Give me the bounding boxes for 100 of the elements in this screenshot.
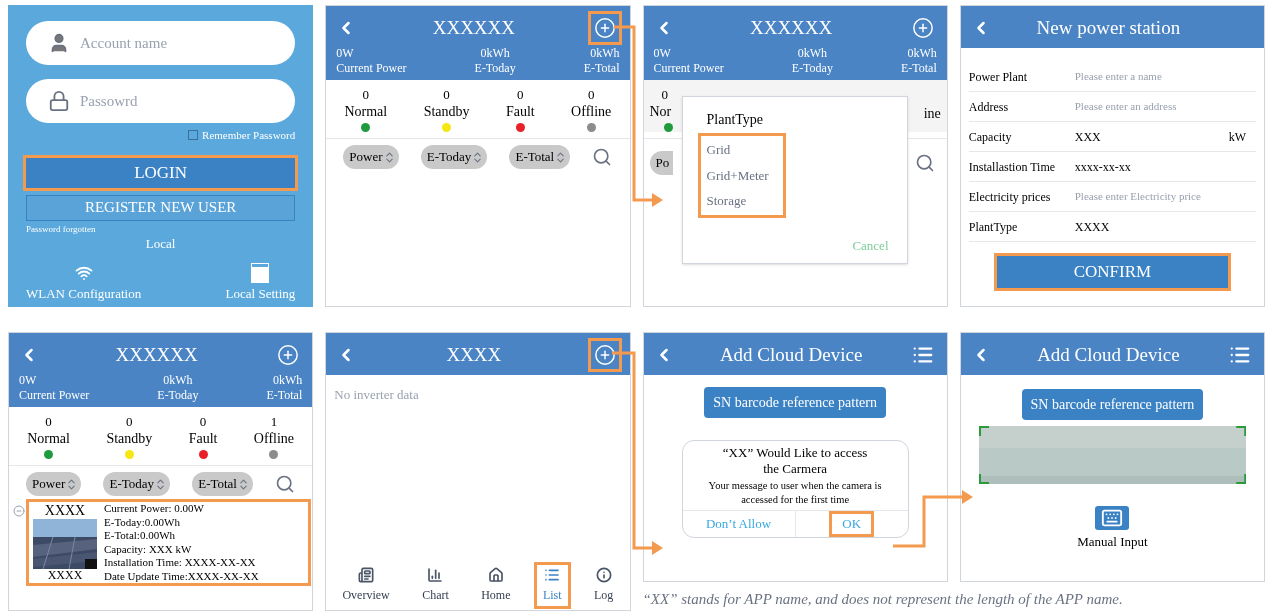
status-count: 0: [126, 413, 133, 430]
plant-detail: E-Today:0.00Wh: [104, 515, 181, 529]
screen-title: XXXXXX: [432, 15, 516, 40]
section-label: Local: [144, 235, 177, 253]
alert-message: Your message to user when the camera is accessed for the first time: [707, 479, 883, 507]
field-label: Electricity prices: [968, 188, 1052, 206]
account-field[interactable]: Account name: [26, 21, 296, 65]
search-icon[interactable]: [275, 474, 296, 494]
sn-pattern-button[interactable]: SN barcode reference pattern: [1021, 389, 1204, 420]
field-label: Address: [968, 98, 1010, 116]
screen-title: XXXXXX: [749, 15, 833, 40]
tab-item[interactable]: Log: [587, 564, 620, 606]
sort-chip[interactable]: Po: [649, 151, 674, 175]
status-count: 1: [270, 413, 278, 430]
remove-icon[interactable]: [13, 505, 25, 517]
plant-caption: XXXX: [47, 569, 83, 582]
field-label: PlantType: [968, 218, 1019, 236]
stat-label: E-Total: [900, 61, 937, 76]
status-count: 0: [443, 86, 450, 103]
stat-value: 0kWh: [480, 46, 510, 61]
status-label: Nor: [649, 103, 672, 120]
sort-chip[interactable]: E-Total: [192, 472, 253, 496]
status-label: Standby: [106, 430, 153, 447]
add-icon[interactable]: [591, 341, 620, 369]
screen-title: XXXX: [446, 342, 502, 367]
stat-value: 0kWh: [590, 46, 620, 61]
form-input[interactable]: Please enter a name: [1074, 68, 1256, 85]
status-label: Fault: [505, 103, 535, 120]
footnote: “XX” stands for APP name, and does not represent the length of the APP name.: [642, 590, 1124, 609]
lock-icon: [48, 90, 70, 112]
screen-title: XXXXXX: [115, 342, 198, 367]
search-icon[interactable]: [592, 147, 613, 167]
status-label: Offline: [571, 103, 612, 120]
plant-name: XXXX: [44, 502, 86, 519]
plant-type-option[interactable]: Grid+Meter: [706, 165, 769, 185]
stat-label: E-Total: [266, 388, 303, 403]
status-count: 0: [587, 86, 595, 103]
stat-value: 0W: [19, 373, 37, 388]
password-field[interactable]: Passowrd: [26, 79, 296, 123]
form-input[interactable]: xxxx-xx-xx: [1074, 157, 1256, 176]
login-button[interactable]: LOGIN: [26, 157, 296, 188]
screen-title: Add Cloud Device: [719, 342, 863, 367]
stat-label: E-Today: [791, 61, 833, 76]
empty-message: No inverter data: [333, 386, 420, 404]
tab-item[interactable]: Home: [475, 564, 517, 606]
form-input[interactable]: XXXX: [1074, 217, 1256, 236]
add-icon[interactable]: [591, 14, 620, 42]
info-icon: [595, 566, 612, 583]
status-label: ine: [923, 105, 941, 123]
form-input[interactable]: XXX: [1074, 127, 1223, 146]
alert-title: “XX” Would Like to access the Carmera: [721, 445, 869, 477]
sort-chip[interactable]: E-Today: [420, 145, 488, 169]
stat-value: 0kWh: [163, 373, 193, 388]
form-input[interactable]: Please enter Electricity price: [1074, 188, 1256, 205]
stat-value: 0W: [653, 46, 671, 61]
stat-value: 0kWh: [272, 373, 303, 388]
manual-input-label[interactable]: Manual Input: [1077, 532, 1148, 552]
status-label: Normal: [344, 103, 388, 120]
keyboard-icon[interactable]: [1095, 506, 1130, 530]
plant-card[interactable]: XXXX XXXX Current Power: 0.00W E-Today:0.00Wh E-Total:0.00Wh Capacity: XXX kW Installation Time: XXXX-XX-XX Date Update Time:XXXX-XX-XX: [29, 502, 309, 583]
field-label: Power Plant: [968, 68, 1029, 86]
stat-label: E-Today: [157, 388, 199, 403]
status-label: Normal: [27, 430, 70, 447]
sn-pattern-button[interactable]: SN barcode reference pattern: [704, 387, 886, 418]
plant-type-option[interactable]: Storage: [706, 191, 769, 211]
status-count: 0: [517, 86, 524, 103]
field-label: Capacity: [968, 128, 1013, 146]
sort-chip[interactable]: Power: [26, 472, 82, 496]
sort-chip[interactable]: Power: [343, 145, 399, 169]
newspaper-icon: [358, 566, 375, 583]
stat-label: Current Power: [19, 388, 90, 403]
screen-title: New power station: [1036, 15, 1181, 40]
plant-type-option[interactable]: Grid: [706, 140, 769, 160]
sort-icon: [237, 477, 250, 491]
unit-label: kW: [1228, 128, 1247, 146]
plant-detail: Current Power: 0.00W: [104, 502, 205, 516]
form-input[interactable]: Please enter an address: [1074, 98, 1256, 115]
search-icon[interactable]: [914, 153, 935, 173]
field-label: Installastion Time: [968, 158, 1057, 176]
remember-checkbox[interactable]: [188, 130, 199, 141]
dialog-title: PlantType: [706, 111, 765, 129]
stat-value: 0kWh: [797, 46, 828, 61]
plant-detail: Date Update Time:XXXX-XX-XX: [104, 569, 259, 583]
sort-chip[interactable]: E-Today: [103, 472, 171, 496]
screen-title: Add Cloud Device: [1037, 342, 1180, 367]
confirm-button[interactable]: CONFIRM: [996, 256, 1228, 288]
status-count: 0: [362, 86, 370, 103]
status-label: Fault: [188, 430, 218, 447]
sort-chip[interactable]: E-Total: [509, 145, 571, 169]
tab-item[interactable]: List: [536, 564, 568, 606]
stat-label: Current Power: [653, 61, 724, 76]
tab-item[interactable]: Chart: [416, 564, 455, 606]
stat-label: E-Today: [474, 61, 516, 76]
house-icon: [487, 566, 504, 583]
status-label: Offline: [253, 430, 295, 447]
tab-item[interactable]: Overview: [336, 564, 396, 606]
status-count: 0: [45, 413, 52, 430]
bar-chart-icon: [427, 566, 444, 583]
stat-label: Current Power: [336, 61, 407, 76]
remember-label: Remember Password: [202, 128, 296, 143]
